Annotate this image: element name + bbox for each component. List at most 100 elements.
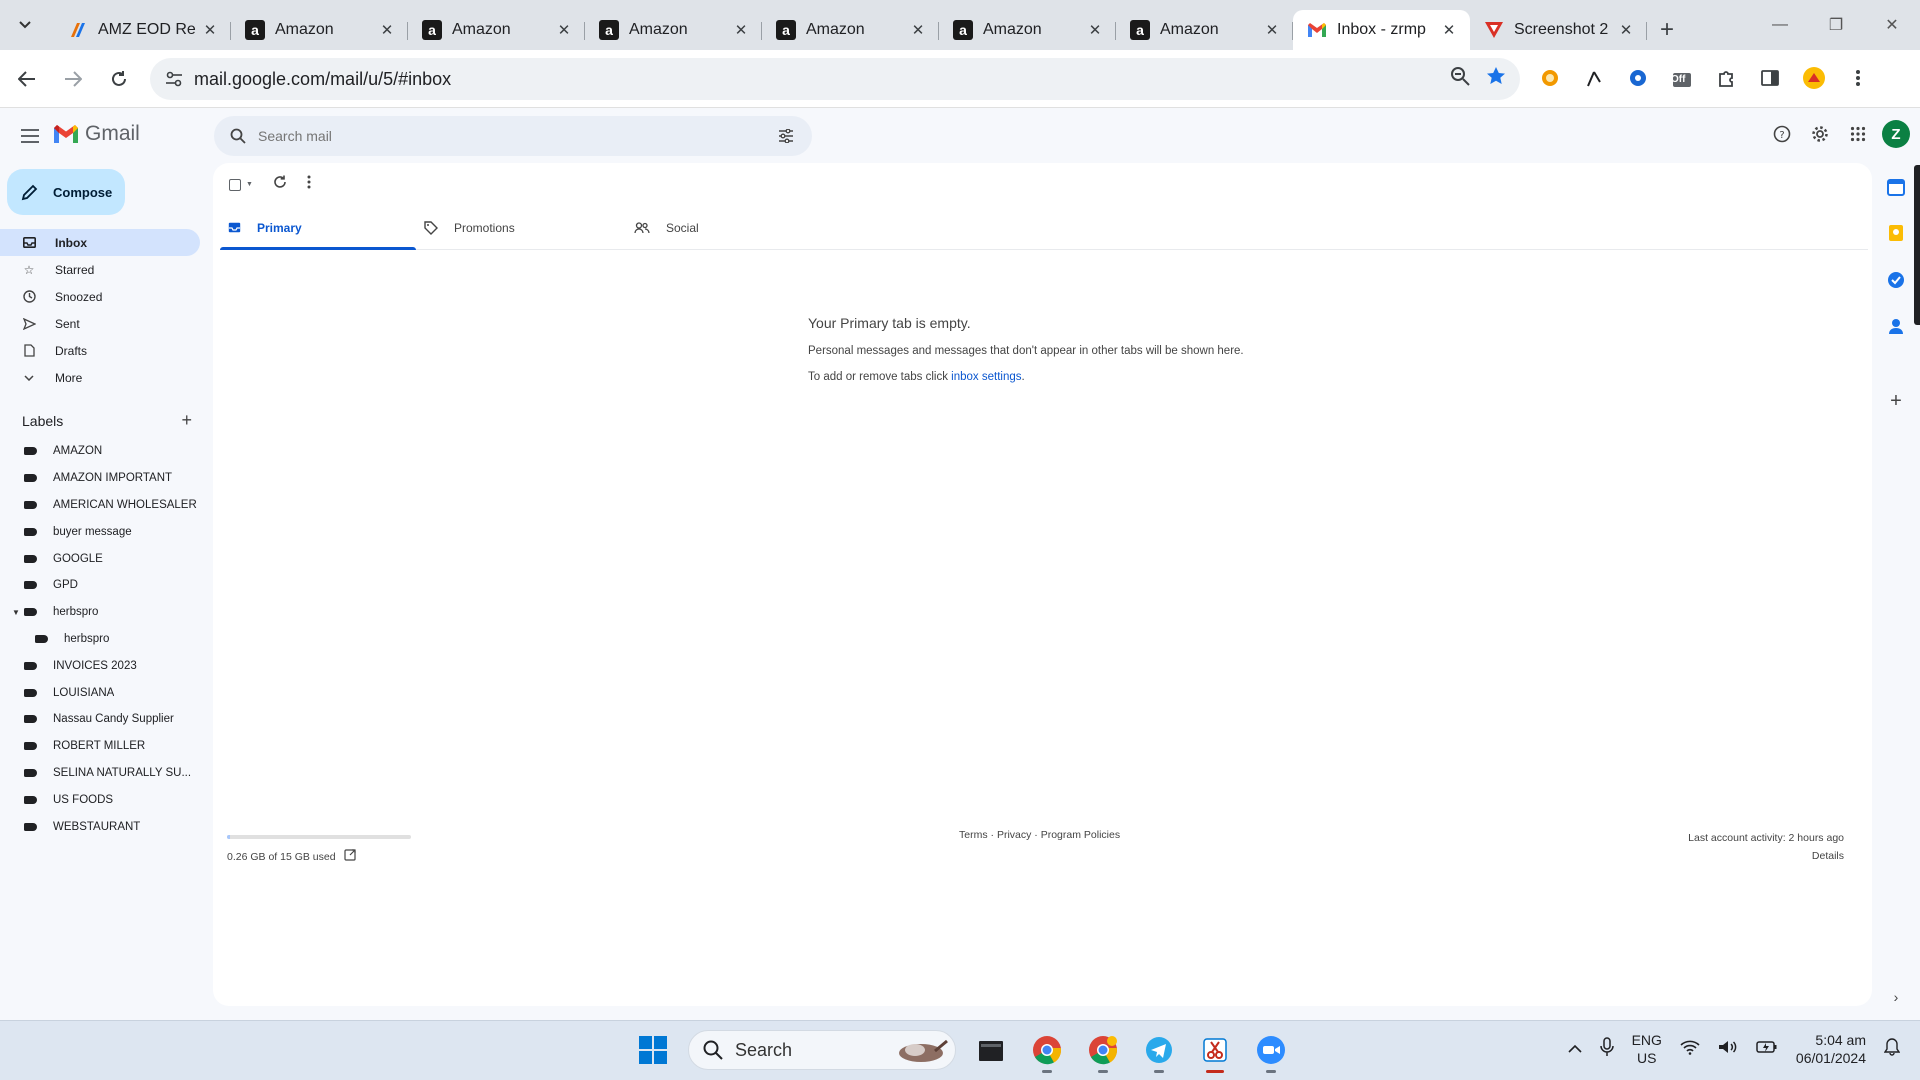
privacy-link[interactable]: Privacy bbox=[997, 829, 1031, 841]
side-panel-icon[interactable] bbox=[1755, 63, 1785, 93]
close-icon[interactable]: ✕ bbox=[1438, 19, 1460, 41]
label-item[interactable]: GOOGLE bbox=[0, 545, 200, 572]
close-icon[interactable]: ✕ bbox=[1084, 19, 1106, 41]
zoom-app[interactable] bbox=[1250, 1029, 1292, 1073]
account-avatar[interactable]: Z bbox=[1882, 120, 1910, 148]
main-menu-icon[interactable] bbox=[16, 122, 44, 150]
chevron-right-icon[interactable]: › bbox=[1884, 985, 1908, 1009]
maximize-button[interactable]: ❐ bbox=[1808, 0, 1864, 50]
label-item[interactable]: GPD bbox=[0, 572, 200, 599]
more-vert-icon[interactable] bbox=[307, 175, 311, 194]
search-bar[interactable] bbox=[214, 116, 812, 156]
clock[interactable]: 5:04 am 06/01/2024 bbox=[1796, 1031, 1866, 1067]
apps-grid-icon[interactable] bbox=[1844, 120, 1872, 148]
nav-item-inbox[interactable]: Inbox bbox=[0, 229, 200, 256]
label-item[interactable]: AMAZON IMPORTANT bbox=[0, 465, 200, 492]
contacts-icon[interactable] bbox=[1884, 314, 1908, 338]
new-tab-button[interactable]: + bbox=[1651, 14, 1683, 46]
profile-avatar-icon[interactable] bbox=[1799, 63, 1829, 93]
chevron-up-icon[interactable] bbox=[1568, 1040, 1582, 1058]
tab-promotions[interactable]: Promotions bbox=[416, 205, 626, 250]
bookmark-star-icon[interactable] bbox=[1486, 66, 1506, 92]
taskbar-search[interactable]: Search bbox=[688, 1030, 956, 1070]
battery-icon[interactable] bbox=[1756, 1040, 1778, 1059]
language-indicator[interactable]: ENG US bbox=[1632, 1031, 1662, 1067]
browser-tab[interactable]: a Amazon ✕ bbox=[408, 10, 585, 50]
details-link[interactable]: Details bbox=[1688, 847, 1844, 865]
gmail-logo[interactable]: Gmail bbox=[53, 122, 140, 146]
inbox-settings-link[interactable]: inbox settings bbox=[951, 371, 1021, 383]
caret-down-icon[interactable]: ▼ bbox=[12, 608, 20, 617]
label-item-herbspro[interactable]: ▼ herbspro bbox=[0, 599, 200, 626]
label-item[interactable]: Nassau Candy Supplier bbox=[0, 706, 200, 733]
nav-item-more[interactable]: More bbox=[0, 364, 200, 391]
label-item[interactable]: SELINA NATURALLY SU... bbox=[0, 760, 200, 787]
nav-item-sent[interactable]: Sent bbox=[0, 310, 200, 337]
close-icon[interactable]: ✕ bbox=[1615, 19, 1637, 41]
browser-tab[interactable]: a Amazon ✕ bbox=[231, 10, 408, 50]
label-item[interactable]: AMERICAN WHOLESALER bbox=[0, 492, 200, 519]
back-button[interactable] bbox=[8, 60, 46, 98]
close-window-button[interactable]: ✕ bbox=[1864, 0, 1920, 50]
chrome-profile-app[interactable] bbox=[1082, 1029, 1124, 1073]
wifi-icon[interactable] bbox=[1680, 1039, 1700, 1060]
calendar-icon[interactable] bbox=[1884, 175, 1908, 199]
search-options-icon[interactable] bbox=[766, 129, 806, 143]
tab-social[interactable]: Social bbox=[626, 205, 836, 250]
program-policies-link[interactable]: Program Policies bbox=[1041, 829, 1120, 841]
close-icon[interactable]: ✕ bbox=[907, 19, 929, 41]
label-item[interactable]: buyer message bbox=[0, 518, 200, 545]
extension-orange-icon[interactable] bbox=[1535, 63, 1565, 93]
search-icon[interactable] bbox=[218, 128, 258, 144]
terms-link[interactable]: Terms bbox=[959, 829, 988, 841]
browser-tab[interactable]: Screenshot 2 ✕ bbox=[1470, 10, 1647, 50]
label-item[interactable]: WEBSTAURANT bbox=[0, 813, 200, 840]
label-item[interactable]: ROBERT MILLER bbox=[0, 733, 200, 760]
search-input[interactable] bbox=[258, 128, 766, 144]
close-icon[interactable]: ✕ bbox=[730, 19, 752, 41]
browser-tab[interactable]: a Amazon ✕ bbox=[762, 10, 939, 50]
add-addon-icon[interactable]: + bbox=[1884, 389, 1908, 413]
file-explorer-app[interactable] bbox=[970, 1029, 1012, 1071]
zoom-icon[interactable] bbox=[1450, 66, 1470, 92]
nav-item-drafts[interactable]: Drafts bbox=[0, 337, 200, 364]
minimize-button[interactable]: — bbox=[1752, 0, 1808, 50]
nav-item-snoozed[interactable]: Snoozed bbox=[0, 283, 200, 310]
refresh-icon[interactable] bbox=[273, 175, 287, 194]
settings-gear-icon[interactable] bbox=[1806, 120, 1834, 148]
browser-tab[interactable]: AMZ EOD Re ✕ bbox=[54, 10, 231, 50]
notification-bell-icon[interactable] bbox=[1883, 1037, 1901, 1061]
browser-tab-active[interactable]: Inbox - zrmp ✕ bbox=[1293, 10, 1470, 50]
extension-blue-icon[interactable] bbox=[1623, 63, 1653, 93]
tasks-icon[interactable] bbox=[1884, 268, 1908, 292]
select-all-checkbox[interactable]: ▼ bbox=[229, 178, 253, 191]
label-item[interactable]: AMAZON bbox=[0, 438, 200, 465]
close-icon[interactable]: ✕ bbox=[376, 19, 398, 41]
label-item[interactable]: US FOODS bbox=[0, 786, 200, 813]
tab-primary[interactable]: Primary bbox=[220, 205, 416, 250]
nav-item-starred[interactable]: ☆ Starred bbox=[0, 256, 200, 283]
forward-button[interactable] bbox=[54, 60, 92, 98]
keep-icon[interactable] bbox=[1884, 221, 1908, 245]
site-info-icon[interactable] bbox=[154, 71, 194, 87]
snipping-tool-app[interactable] bbox=[1194, 1029, 1236, 1073]
browser-tab[interactable]: a Amazon ✕ bbox=[585, 10, 762, 50]
start-button[interactable] bbox=[632, 1029, 674, 1071]
label-item[interactable]: LOUISIANA bbox=[0, 679, 200, 706]
extension-off-icon[interactable]: Off bbox=[1667, 63, 1697, 93]
close-icon[interactable]: ✕ bbox=[553, 19, 575, 41]
more-vert-icon[interactable] bbox=[1843, 63, 1873, 93]
extension-cursor-icon[interactable] bbox=[1579, 63, 1609, 93]
help-icon[interactable]: ? bbox=[1768, 120, 1796, 148]
side-panel-scroll-handle[interactable] bbox=[1914, 165, 1920, 325]
close-icon[interactable]: ✕ bbox=[1261, 19, 1283, 41]
tab-search-button[interactable] bbox=[10, 10, 40, 40]
reload-button[interactable] bbox=[100, 60, 138, 98]
telegram-app[interactable] bbox=[1138, 1029, 1180, 1073]
volume-icon[interactable] bbox=[1718, 1039, 1738, 1060]
puzzle-icon[interactable] bbox=[1711, 63, 1741, 93]
address-bar[interactable]: mail.google.com/mail/u/5/#inbox bbox=[150, 58, 1520, 100]
browser-tab[interactable]: a Amazon ✕ bbox=[1116, 10, 1293, 50]
compose-button[interactable]: Compose bbox=[7, 169, 125, 215]
microphone-icon[interactable] bbox=[1599, 1036, 1614, 1062]
